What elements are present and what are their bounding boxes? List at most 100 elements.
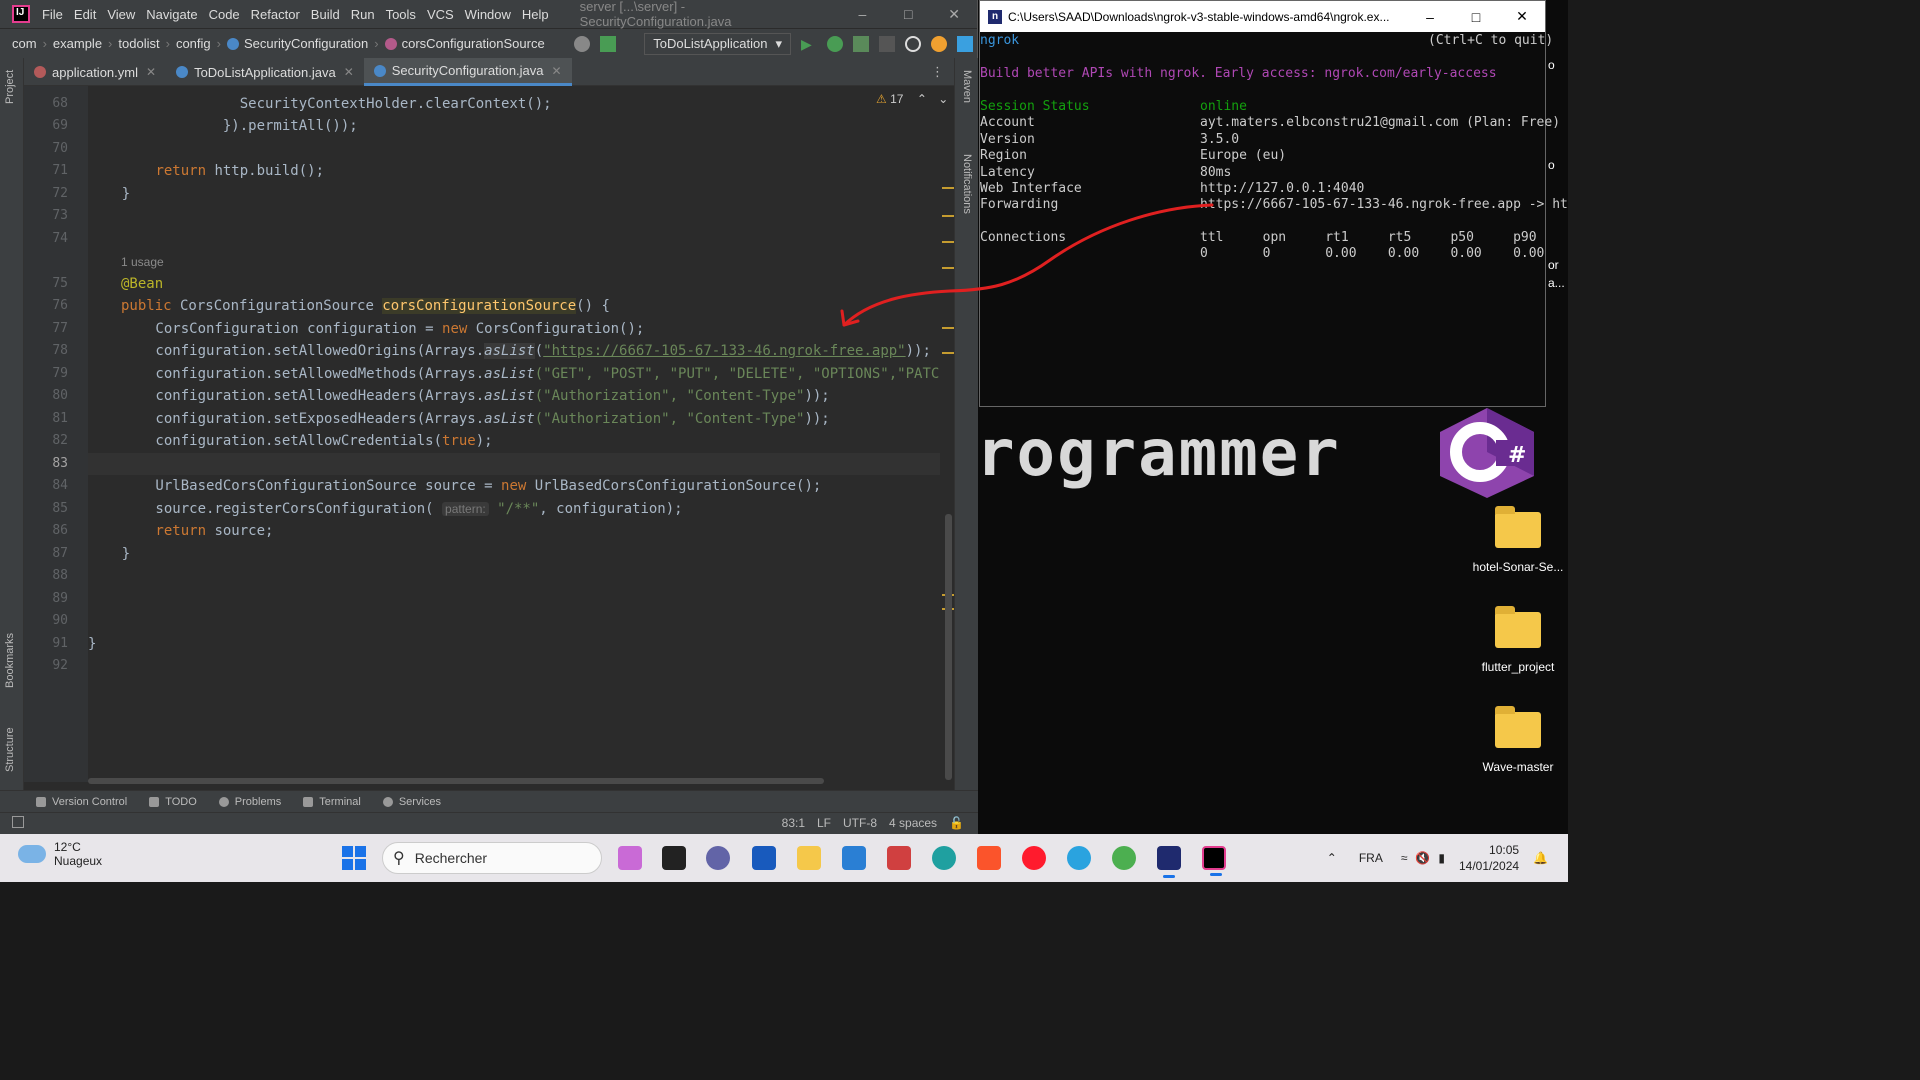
structure-tool-tab[interactable]: Structure xyxy=(4,727,16,772)
menu-tools[interactable]: Tools xyxy=(386,7,416,22)
menu-code[interactable]: Code xyxy=(209,7,240,22)
mail-icon[interactable] xyxy=(842,846,866,870)
chrome-icon[interactable] xyxy=(1112,846,1136,870)
code-editor[interactable]: SecurityContextHolder.clearContext(); })… xyxy=(88,86,940,782)
taskbar-search[interactable]: ⚲ Rechercher xyxy=(382,842,602,874)
minimize-button[interactable]: – xyxy=(840,6,886,22)
user-icon[interactable] xyxy=(574,35,591,52)
vertical-scrollbar[interactable] xyxy=(945,514,952,780)
run-configuration-select[interactable]: ToDoListApplication ▾ xyxy=(644,32,791,55)
bookmarks-tool-tab[interactable]: Bookmarks xyxy=(4,633,16,688)
breadcrumb-class[interactable]: SecurityConfiguration xyxy=(226,36,368,51)
telegram-icon[interactable] xyxy=(1067,846,1091,870)
coverage-icon[interactable] xyxy=(853,35,869,52)
wifi-icon[interactable]: ≈ xyxy=(1401,851,1408,865)
close-icon[interactable]: ✕ xyxy=(552,64,562,78)
jetbrains-ai-icon[interactable] xyxy=(957,35,973,52)
close-button[interactable]: ✕ xyxy=(931,6,977,23)
menu-help[interactable]: Help xyxy=(522,7,549,22)
menu-run[interactable]: Run xyxy=(351,7,375,22)
right-tool-strip: Maven Notifications xyxy=(954,58,978,790)
warning-mark[interactable] xyxy=(942,352,954,354)
indent-setting[interactable]: 4 spaces xyxy=(889,816,937,830)
project-tool-tab[interactable]: Project xyxy=(4,70,16,104)
terminal-tab[interactable]: Terminal xyxy=(303,796,361,808)
tab-securityconfiguration-java[interactable]: SecurityConfiguration.java ✕ xyxy=(363,58,572,86)
close-icon[interactable]: ✕ xyxy=(146,65,156,79)
desktop-icon-flutter-project[interactable]: flutter_project xyxy=(1470,606,1566,674)
layout-toggle-icon[interactable] xyxy=(12,816,24,828)
stop-icon[interactable] xyxy=(879,35,895,52)
menu-view[interactable]: View xyxy=(107,7,135,22)
line-number: 90 xyxy=(52,613,68,628)
update-icon[interactable] xyxy=(931,35,947,52)
version-control-tab[interactable]: Version Control xyxy=(36,796,127,808)
language-indicator[interactable]: FRA xyxy=(1359,851,1383,865)
intellij-logo-icon[interactable]: IJ xyxy=(12,5,30,23)
menu-refactor[interactable]: Refactor xyxy=(251,7,300,22)
intellij-taskbar-icon[interactable] xyxy=(1202,846,1226,876)
edge-icon[interactable] xyxy=(932,846,956,870)
breadcrumb-config[interactable]: config xyxy=(176,36,211,51)
line-number: 80 xyxy=(52,388,68,403)
more-tabs-icon[interactable]: ⋮ xyxy=(921,58,954,85)
maximize-button[interactable]: □ xyxy=(885,6,931,22)
weather-widget[interactable]: 12°C Nuageux xyxy=(18,840,102,868)
copilot-icon[interactable] xyxy=(618,846,642,870)
volume-muted-icon[interactable]: 🔇 xyxy=(1415,851,1430,865)
word-icon[interactable] xyxy=(752,846,776,870)
todo-tab[interactable]: TODO xyxy=(149,796,197,808)
file-explorer-icon[interactable] xyxy=(797,846,821,870)
maximize-button[interactable]: □ xyxy=(1453,9,1499,25)
horizontal-scrollbar[interactable] xyxy=(88,778,824,784)
ngrok-taskbar-icon[interactable] xyxy=(1157,846,1181,878)
clock[interactable]: 10:05 14/01/2024 xyxy=(1459,842,1519,874)
chevron-up-icon[interactable]: ⌃ xyxy=(1327,851,1337,865)
build-hammer-icon[interactable] xyxy=(600,35,617,52)
problems-tab[interactable]: Problems xyxy=(218,796,281,808)
menu-edit[interactable]: Edit xyxy=(74,7,96,22)
menu-file[interactable]: File xyxy=(42,7,63,22)
terminal-titlebar: n C:\Users\SAAD\Downloads\ngrok-v3-stabl… xyxy=(980,1,1545,32)
line-number: 78 xyxy=(52,343,68,358)
warning-mark[interactable] xyxy=(942,187,954,189)
chevron-up-icon[interactable]: ⌃ xyxy=(917,92,927,106)
menu-vcs[interactable]: VCS xyxy=(427,7,454,22)
teams-chat-icon[interactable] xyxy=(706,846,730,870)
close-icon[interactable]: ✕ xyxy=(344,65,354,79)
menu-build[interactable]: Build xyxy=(311,7,340,22)
breadcrumb-example[interactable]: example xyxy=(53,36,102,51)
file-encoding[interactable]: UTF-8 xyxy=(843,816,877,830)
desktop-icon-wave-master[interactable]: Wave-master xyxy=(1470,706,1566,774)
xampp-icon[interactable] xyxy=(887,846,911,870)
search-icon[interactable] xyxy=(905,35,921,52)
run-icon[interactable]: ▶ xyxy=(801,36,817,52)
close-button[interactable]: ✕ xyxy=(1499,8,1545,25)
start-button[interactable] xyxy=(342,846,366,870)
breadcrumb-method[interactable]: corsConfigurationSource xyxy=(384,36,545,51)
warnings-indicator[interactable]: ⚠ 17 ⌃ ⌄ xyxy=(876,92,948,106)
menu-window[interactable]: Window xyxy=(465,7,511,22)
desktop-icon-hotel-sonar[interactable]: hotel-Sonar-Se... xyxy=(1470,506,1566,574)
caret-position[interactable]: 83:1 xyxy=(782,816,805,830)
minimize-button[interactable]: – xyxy=(1407,9,1453,25)
battery-icon[interactable]: ▮ xyxy=(1438,851,1445,865)
usage-hint[interactable]: 1 usage xyxy=(121,251,940,273)
tab-application-yml[interactable]: application.yml ✕ xyxy=(24,58,166,86)
lock-icon[interactable]: 🔓 xyxy=(949,816,964,830)
maven-tool-tab[interactable]: Maven xyxy=(961,70,973,103)
opera-icon[interactable] xyxy=(1022,846,1046,870)
breadcrumb-com[interactable]: com xyxy=(12,36,37,51)
task-view-icon[interactable] xyxy=(662,846,686,870)
debug-icon[interactable] xyxy=(827,35,843,52)
desktop-edge-text: a... xyxy=(1548,276,1565,290)
tab-todolistapplication-java[interactable]: ToDoListApplication.java ✕ xyxy=(166,58,364,86)
line-separator[interactable]: LF xyxy=(817,816,831,830)
notification-bell-icon[interactable]: 🔔 xyxy=(1533,851,1548,865)
breadcrumb-todolist[interactable]: todolist xyxy=(118,36,159,51)
desktop-edge-text: o xyxy=(1548,58,1555,72)
brave-icon[interactable] xyxy=(977,846,1001,870)
services-tab[interactable]: Services xyxy=(382,796,441,808)
quit-hint: (Ctrl+C to quit) xyxy=(1428,33,1554,48)
menu-navigate[interactable]: Navigate xyxy=(146,7,197,22)
